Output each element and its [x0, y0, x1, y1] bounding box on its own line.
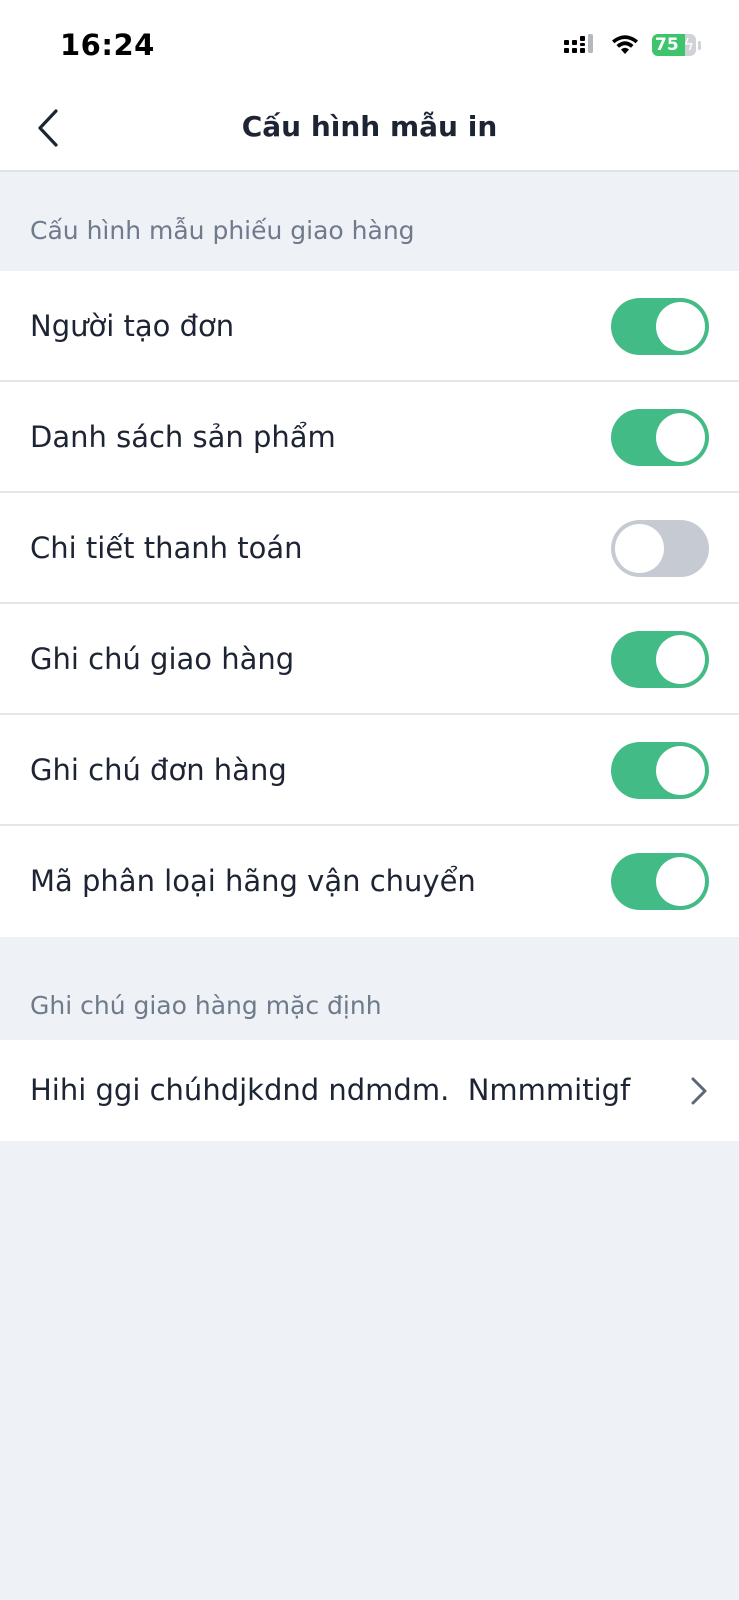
- section-title-delivery-template: Cấu hình mẫu phiếu giao hàng: [30, 216, 415, 245]
- page-title: Cấu hình mẫu in: [241, 110, 498, 143]
- option-row-carrier-code: Mã phân loại hãng vận chuyển: [0, 826, 739, 937]
- option-label: Ghi chú đơn hàng: [30, 753, 287, 787]
- option-row-order-note: Ghi chú đơn hàng: [0, 715, 739, 826]
- option-label: Mã phân loại hãng vận chuyển: [30, 864, 476, 898]
- status-bar: 16:24 75 ϟ: [0, 0, 739, 88]
- toggle-switch[interactable]: [611, 409, 709, 466]
- delivery-template-options: Người tạo đơn Danh sách sản phẩm Chi tiế…: [0, 271, 739, 937]
- toggle-switch[interactable]: [611, 520, 709, 577]
- toggle-switch[interactable]: [611, 298, 709, 355]
- toggle-switch[interactable]: [611, 742, 709, 799]
- option-row-product-list: Danh sách sản phẩm: [0, 382, 739, 493]
- toggle-knob: [656, 746, 705, 795]
- default-note-row[interactable]: Hihi ggi chúhdjkdnd ndmdm. Nmmmitigf: [0, 1040, 739, 1141]
- toggle-knob: [656, 857, 705, 906]
- option-label: Người tạo đơn: [30, 309, 235, 343]
- toggle-knob: [615, 524, 664, 573]
- print-template-settings-screen: 16:24 75 ϟ Cấu hình mẫu in Cấu hình mẫu …: [0, 0, 739, 1600]
- battery-charging-icon: 75 ϟ: [652, 34, 696, 56]
- navigation-header: Cấu hình mẫu in: [0, 88, 739, 172]
- toggle-knob: [656, 413, 705, 462]
- option-label: Danh sách sản phẩm: [30, 420, 336, 454]
- battery-level: 75: [655, 35, 679, 55]
- option-row-payment-details: Chi tiết thanh toán: [0, 493, 739, 604]
- toggle-knob: [656, 302, 705, 351]
- option-label: Ghi chú giao hàng: [30, 642, 295, 676]
- default-note-value: Hihi ggi chúhdjkdnd ndmdm. Nmmmitigf: [30, 1073, 631, 1107]
- status-icons: 75 ϟ: [564, 34, 701, 56]
- toggle-switch[interactable]: [611, 631, 709, 688]
- toggle-switch[interactable]: [611, 853, 709, 910]
- option-row-creator: Người tạo đơn: [0, 271, 739, 382]
- bolt-icon: ϟ: [683, 35, 694, 54]
- wifi-icon: [612, 35, 638, 54]
- battery-cap: [698, 40, 701, 50]
- status-time: 16:24: [60, 28, 155, 62]
- toggle-knob: [656, 635, 705, 684]
- default-note-card: Hihi ggi chúhdjkdnd ndmdm. Nmmmitigf: [0, 1040, 739, 1141]
- option-row-delivery-note: Ghi chú giao hàng: [0, 604, 739, 715]
- option-label: Chi tiết thanh toán: [30, 531, 303, 565]
- section-title-default-note: Ghi chú giao hàng mặc định: [30, 991, 382, 1020]
- chevron-right-icon: [691, 1077, 707, 1105]
- cellular-signal-icon: [564, 34, 593, 53]
